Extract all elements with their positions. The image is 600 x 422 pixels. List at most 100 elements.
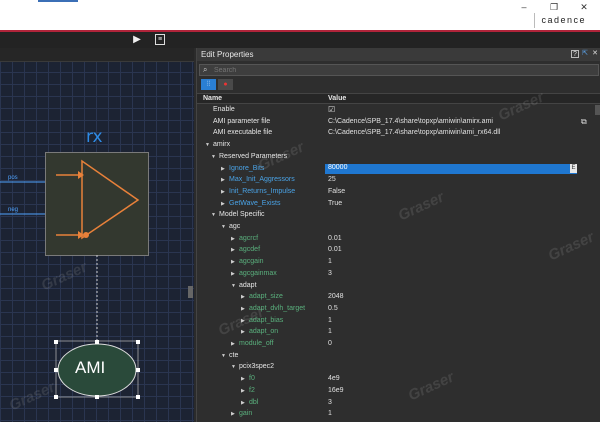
expand-down-icon[interactable]: ▼ [221,224,229,230]
panel-close-button[interactable]: ✕ [591,50,599,58]
property-row[interactable]: ▶ Ignore_Bits 80000 E [197,163,595,176]
property-row[interactable]: ▼ Reserved Parameters [197,152,595,164]
property-value[interactable]: 4e9 [328,375,340,382]
property-value[interactable]: 0.01 [328,235,342,242]
schematic-canvas[interactable]: rx pos neg AMI Graser Graser [0,48,194,422]
expand-right-icon[interactable]: ▶ [231,247,239,253]
expand-right-icon[interactable]: ▶ [231,259,239,265]
property-name-label: dbl [249,398,259,406]
expand-right-icon[interactable]: ▶ [221,189,229,195]
expand-right-icon[interactable]: ▶ [241,388,249,394]
property-row[interactable]: ▶ adapt_size 2048 [197,292,595,304]
property-name: ▶ Ignore_Bits [221,165,264,172]
property-row[interactable]: ▼ pcix3spec2 [197,362,595,374]
property-value[interactable]: True [328,200,342,207]
property-value[interactable]: 80000 [325,163,577,174]
splitter-handle[interactable] [188,286,193,298]
property-value[interactable]: False [328,188,345,195]
property-value[interactable]: 1 [328,258,332,265]
open-file-icon[interactable]: ⧉ [581,117,587,127]
undock-button[interactable]: ⇱ [581,50,589,58]
property-value[interactable]: 3 [328,270,332,277]
property-name: AMI executable file [205,129,272,136]
filter-settings-icon[interactable]: ⫶⫶ [201,79,216,90]
property-value[interactable]: C:\Cadence\SPB_17.4\share\topxp\amiwin\a… [328,118,493,125]
expand-right-icon[interactable]: ▶ [231,411,239,417]
expand-right-icon[interactable]: ▶ [241,376,249,382]
expand-right-icon[interactable]: ▶ [241,294,249,300]
property-row[interactable]: Enable ☑ [197,105,595,117]
property-name-label: agc [229,223,241,230]
expand-right-icon[interactable]: ▶ [231,271,239,277]
expand-down-icon[interactable]: ▼ [211,212,219,218]
close-button[interactable]: ✕ [574,1,594,13]
property-name: ▶ module_off [231,340,274,347]
title-tab-indicator [38,0,78,2]
search-input[interactable] [214,65,594,75]
property-name-label: f0 [249,375,255,383]
property-value[interactable]: 0.5 [328,305,338,312]
maximize-button[interactable]: ❐ [544,1,564,13]
expand-down-icon[interactable]: ▼ [205,142,213,148]
property-row[interactable]: ▶ Max_Init_Aggressors 25 [197,175,595,187]
property-row[interactable]: AMI executable file C:\Cadence\SPB_17.4\s… [197,128,595,140]
expand-right-icon[interactable]: ▶ [241,400,249,406]
property-row[interactable]: ▶ module_off 0 [197,339,595,351]
pin-neg-label: neg [8,207,19,213]
help-button[interactable]: ? [571,50,579,58]
property-value[interactable]: C:\Cadence\SPB_17.4\share\topxp\amiwin\a… [328,129,500,136]
edit-value-button[interactable]: E [570,163,577,173]
property-name-label: agcdef [239,246,261,254]
property-value[interactable]: 1 [328,410,332,417]
property-row[interactable]: ▼ amirx [197,140,595,152]
property-row[interactable]: ▶ GetWave_Exists True [197,199,595,211]
expand-down-icon[interactable]: ▼ [231,364,239,370]
property-value[interactable]: 0.01 [328,246,342,253]
expand-right-icon[interactable]: ▶ [231,341,239,347]
property-value[interactable]: 1 [328,328,332,335]
expand-right-icon[interactable]: ▶ [241,306,249,312]
property-row[interactable]: AMI parameter file C:\Cadence\SPB_17.4\sh… [197,117,595,129]
scrollbar[interactable] [595,105,600,422]
filter-bar: ⫶⫶ ● [199,79,599,91]
handle [54,368,58,372]
expand-right-icon[interactable]: ▶ [231,236,239,242]
property-row[interactable]: ▶ adapt_on 1 [197,327,595,339]
property-row[interactable]: ▶ f2 16e9 [197,386,595,398]
property-row[interactable]: ▶ agcdef 0.01 [197,245,595,257]
property-row[interactable]: ▼ agc [197,222,595,234]
property-row[interactable]: ▶ agcrcf 0.01 [197,234,595,246]
property-row[interactable]: ▼ Model Specific [197,210,595,222]
property-row[interactable]: ▶ agcgainmax 3 [197,269,595,281]
expand-right-icon[interactable]: ▶ [221,166,229,172]
property-value[interactable]: 2048 [328,293,344,300]
property-row[interactable]: ▶ agcgain 1 [197,257,595,269]
property-row[interactable]: ▶ f0 4e9 [197,374,595,386]
property-row[interactable]: ▶ Init_Returns_Impulse False [197,187,595,199]
document-icon[interactable]: ≡ [155,34,165,45]
expand-right-icon[interactable]: ▶ [221,201,229,207]
property-value[interactable]: 16e9 [328,387,344,394]
expand-down-icon[interactable]: ▼ [231,283,239,289]
property-row[interactable]: ▼ adapt [197,281,595,293]
expand-down-icon[interactable]: ▼ [221,353,229,359]
property-value[interactable]: 3 [328,399,332,406]
expand-right-icon[interactable]: ▶ [221,177,229,183]
filter-error-icon[interactable]: ● [218,79,233,90]
scrollbar-thumb[interactable] [595,105,600,115]
enable-checkbox[interactable]: ☑ [328,105,335,114]
property-row[interactable]: ▶ dbl 3 [197,398,595,410]
search-box[interactable]: ⌕ [199,64,599,76]
property-row[interactable]: ▼ cte [197,351,595,363]
expand-right-icon[interactable]: ▶ [241,329,249,335]
property-row[interactable]: ▶ gain 1 [197,409,595,421]
play-icon[interactable]: ▶ [131,34,143,46]
property-row[interactable]: ▶ adapt_bias 1 [197,316,595,328]
minimize-button[interactable]: – [514,1,534,13]
property-value[interactable]: 1 [328,317,332,324]
expand-down-icon[interactable]: ▼ [211,154,219,160]
property-value[interactable]: 25 [328,176,336,183]
property-row[interactable]: ▶ adapt_dvlh_target 0.5 [197,304,595,316]
expand-right-icon[interactable]: ▶ [241,318,249,324]
property-value[interactable]: 0 [328,340,332,347]
